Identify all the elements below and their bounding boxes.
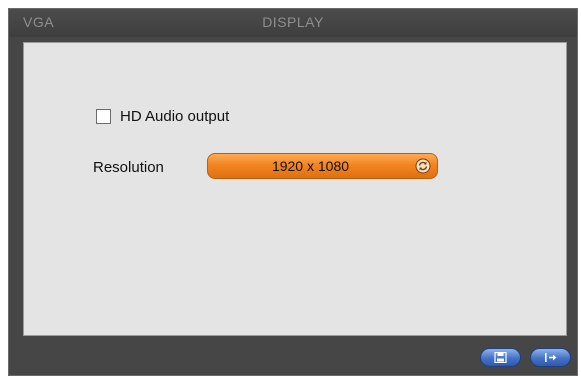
hd-audio-option[interactable]: HD Audio output — [96, 108, 229, 125]
hd-audio-label: HD Audio output — [120, 108, 230, 125]
exit-button[interactable] — [530, 348, 571, 367]
title-bar: VGA DISPLAY — [9, 9, 577, 37]
hd-audio-checkbox[interactable] — [96, 109, 111, 124]
save-button[interactable] — [480, 348, 521, 367]
display-settings-window: VGA DISPLAY HD Audio output Resolution 1… — [8, 8, 578, 376]
save-icon — [494, 352, 507, 363]
settings-panel: HD Audio output Resolution 1920 x 1080 — [23, 42, 567, 336]
resolution-dropdown[interactable]: 1920 x 1080 — [207, 153, 438, 179]
resolution-value: 1920 x 1080 — [271, 158, 350, 174]
refresh-icon[interactable] — [415, 158, 431, 174]
exit-icon — [545, 353, 557, 362]
window-title-display: DISPLAY — [262, 14, 324, 30]
resolution-label: Resolution — [93, 159, 164, 176]
